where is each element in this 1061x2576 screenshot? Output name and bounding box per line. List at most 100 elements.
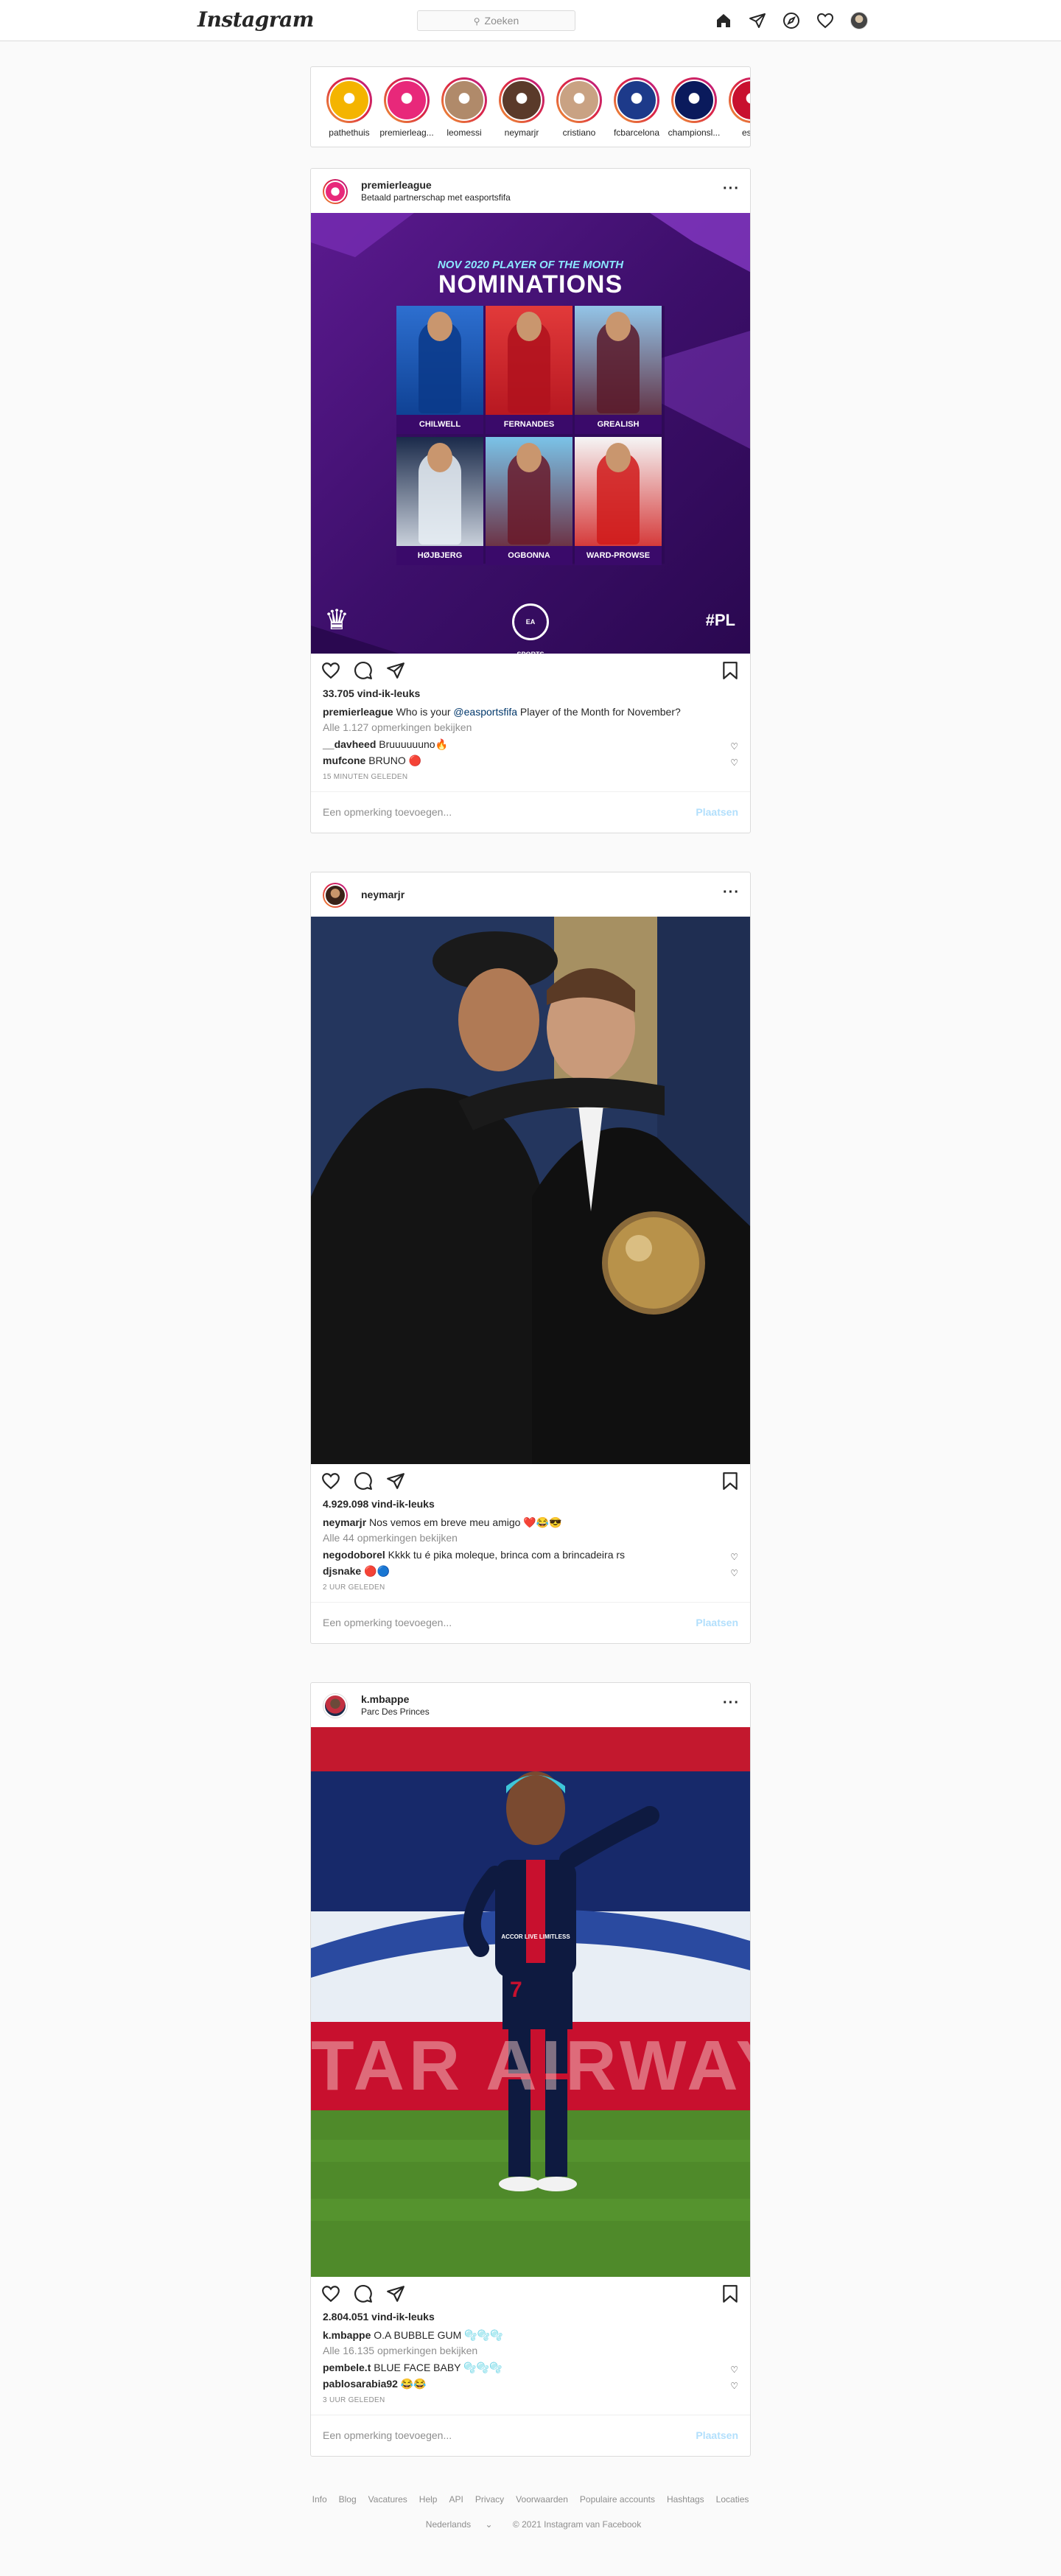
comment-username[interactable]: negodoborel xyxy=(323,1549,385,1561)
comment-like-icon[interactable]: ♡ xyxy=(730,2378,738,2394)
footer-link[interactable]: Hashtags xyxy=(667,2494,704,2505)
post-username[interactable]: k.mbappe xyxy=(361,1693,409,1705)
comment: pablosarabia92 😂😂 ♡ xyxy=(311,2376,750,2392)
likes-count[interactable]: 2.804.051 vind-ik-leuks xyxy=(311,2311,750,2323)
copyright: © 2021 Instagram van Facebook xyxy=(512,2519,642,2530)
share-icon[interactable] xyxy=(386,1471,405,1491)
comment-like-icon[interactable]: ♡ xyxy=(730,755,738,771)
explore-icon[interactable] xyxy=(782,12,800,29)
player-grid: CHILWELL FERNANDES GREALISH HØJBJERG OGBONNA… xyxy=(396,306,665,571)
story-item[interactable]: pathethuis xyxy=(320,77,379,138)
caption-username[interactable]: premierleague xyxy=(323,706,393,718)
player-name: HØJBJERG xyxy=(396,546,483,565)
language-label: Nederlands xyxy=(425,2519,472,2530)
comment-username[interactable]: mufcone xyxy=(323,755,365,766)
comment-like-icon[interactable]: ♡ xyxy=(730,1565,738,1581)
comment-text: BRUNO 🔴 xyxy=(368,755,422,766)
footer-link[interactable]: Voorwaarden xyxy=(516,2494,568,2505)
post-username[interactable]: premierleague xyxy=(361,179,432,191)
story-avatar xyxy=(441,77,487,123)
likes-count[interactable]: 33.705 vind-ik-leuks xyxy=(311,687,750,699)
post-header: premierleague Betaald partnerschap met e… xyxy=(311,169,750,213)
like-icon[interactable] xyxy=(321,2284,340,2303)
comment-username[interactable]: djsnake xyxy=(323,1565,361,1577)
save-icon[interactable] xyxy=(721,661,740,680)
post-timestamp[interactable]: 2 UUR GELEDEN xyxy=(311,1583,750,1592)
share-icon[interactable] xyxy=(386,661,405,680)
caption-text: O.A BUBBLE GUM 🫧🫧🫧 xyxy=(374,2329,503,2341)
footer-link[interactable]: Privacy xyxy=(475,2494,504,2505)
story-item[interactable]: championsl... xyxy=(665,77,724,138)
post-timestamp[interactable]: 3 UUR GELEDEN xyxy=(311,2396,750,2404)
direct-icon[interactable] xyxy=(749,12,766,29)
player-card: HØJBJERG xyxy=(396,437,483,565)
footer-link[interactable]: Blog xyxy=(339,2494,357,2505)
footer-link[interactable]: Populaire accounts xyxy=(580,2494,655,2505)
footer-link[interactable]: Locaties xyxy=(716,2494,749,2505)
footer-link[interactable]: Info xyxy=(312,2494,327,2505)
save-icon[interactable] xyxy=(721,2284,740,2303)
comment-icon[interactable] xyxy=(354,1471,373,1491)
more-options-icon[interactable]: ··· xyxy=(723,181,740,197)
more-options-icon[interactable]: ··· xyxy=(723,884,740,901)
post-avatar[interactable] xyxy=(323,179,348,204)
comment: pembele.t BLUE FACE BABY 🫧🫧🫧 ♡ xyxy=(311,2359,750,2376)
post-avatar[interactable] xyxy=(323,1693,348,1718)
story-item[interactable]: neymarjr xyxy=(492,77,551,138)
language-selector[interactable]: Nederlands ⌄ xyxy=(420,2519,499,2530)
post-comment-button[interactable]: Plaatsen xyxy=(696,2429,738,2441)
view-all-comments[interactable]: Alle 16.135 opmerkingen bekijken xyxy=(311,2345,750,2356)
caption-text-post: Player of the Month for November? xyxy=(519,706,681,718)
image-header-small: NOV 2020 PLAYER OF THE MONTH xyxy=(437,259,624,271)
chevron-down-icon: ⌄ xyxy=(485,2519,493,2530)
profile-avatar[interactable] xyxy=(850,12,868,29)
add-comment-input[interactable]: Een opmerking toevoegen... xyxy=(323,806,452,818)
footer-link[interactable]: Help xyxy=(419,2494,438,2505)
add-comment-input[interactable]: Een opmerking toevoegen... xyxy=(323,2429,452,2441)
like-icon[interactable] xyxy=(321,661,340,680)
post-username[interactable]: neymarjr xyxy=(361,889,405,900)
player-card: WARD-PROWSE xyxy=(575,437,662,565)
comment-icon[interactable] xyxy=(354,2284,373,2303)
comment-username[interactable]: __davheed xyxy=(323,738,376,750)
comment-username[interactable]: pablosarabia92 xyxy=(323,2378,398,2390)
caption-username[interactable]: k.mbappe xyxy=(323,2329,371,2341)
footer-link[interactable]: Vacatures xyxy=(368,2494,407,2505)
footer-link[interactable]: API xyxy=(449,2494,463,2505)
share-icon[interactable] xyxy=(386,2284,405,2303)
post-timestamp[interactable]: 15 MINUTEN GELEDEN xyxy=(311,773,750,781)
post-subtitle[interactable]: Betaald partnerschap met easportsfifa xyxy=(361,192,511,203)
like-icon[interactable] xyxy=(321,1471,340,1491)
post-image[interactable]: ACCOR LIVE LIMITLESS 7 TAR AIRWAYS xyxy=(311,1727,750,2277)
stories-tray: pathethuis premierleag... leomessi neymarjr… xyxy=(310,66,751,147)
story-item[interactable]: leomessi xyxy=(435,77,494,138)
caption-mention[interactable]: @easportsfifa xyxy=(453,706,517,718)
home-icon[interactable] xyxy=(715,12,732,29)
shorts-number: 7 xyxy=(510,1978,522,2002)
instagram-logo[interactable]: Instagram xyxy=(197,7,314,32)
post-comment-button[interactable]: Plaatsen xyxy=(696,1617,738,1628)
post-image[interactable] xyxy=(311,917,750,1464)
top-navigation: Instagram ⚲ Zoeken xyxy=(0,0,1061,41)
post-location[interactable]: Parc Des Princes xyxy=(361,1707,430,1717)
view-all-comments[interactable]: Alle 44 opmerkingen bekijken xyxy=(311,1532,750,1544)
comment-username[interactable]: pembele.t xyxy=(323,2362,371,2373)
save-icon[interactable] xyxy=(721,1471,740,1491)
likes-count[interactable]: 4.929.098 vind-ik-leuks xyxy=(311,1498,750,1510)
post-comment-button[interactable]: Plaatsen xyxy=(696,806,738,818)
activity-heart-icon[interactable] xyxy=(816,12,834,29)
add-comment-input[interactable]: Een opmerking toevoegen... xyxy=(323,1617,452,1628)
story-item[interactable]: cristiano xyxy=(550,77,609,138)
caption-username[interactable]: neymarjr xyxy=(323,1516,366,1528)
search-input[interactable]: ⚲ Zoeken xyxy=(417,10,575,31)
story-item[interactable]: premierleag... xyxy=(377,77,436,138)
post-avatar[interactable] xyxy=(323,883,348,908)
more-options-icon[interactable]: ··· xyxy=(723,1695,740,1712)
post-image[interactable]: NOV 2020 PLAYER OF THE MONTH NOMINATIONS… xyxy=(311,213,750,654)
comment-icon[interactable] xyxy=(354,661,373,680)
view-all-comments[interactable]: Alle 1.127 opmerkingen bekijken xyxy=(311,721,750,733)
comment-text: 🔴🔵 xyxy=(364,1565,390,1577)
story-avatar xyxy=(556,77,602,123)
story-item[interactable]: fcbarcelona xyxy=(607,77,666,138)
story-item[interactable]: espn xyxy=(722,77,750,138)
